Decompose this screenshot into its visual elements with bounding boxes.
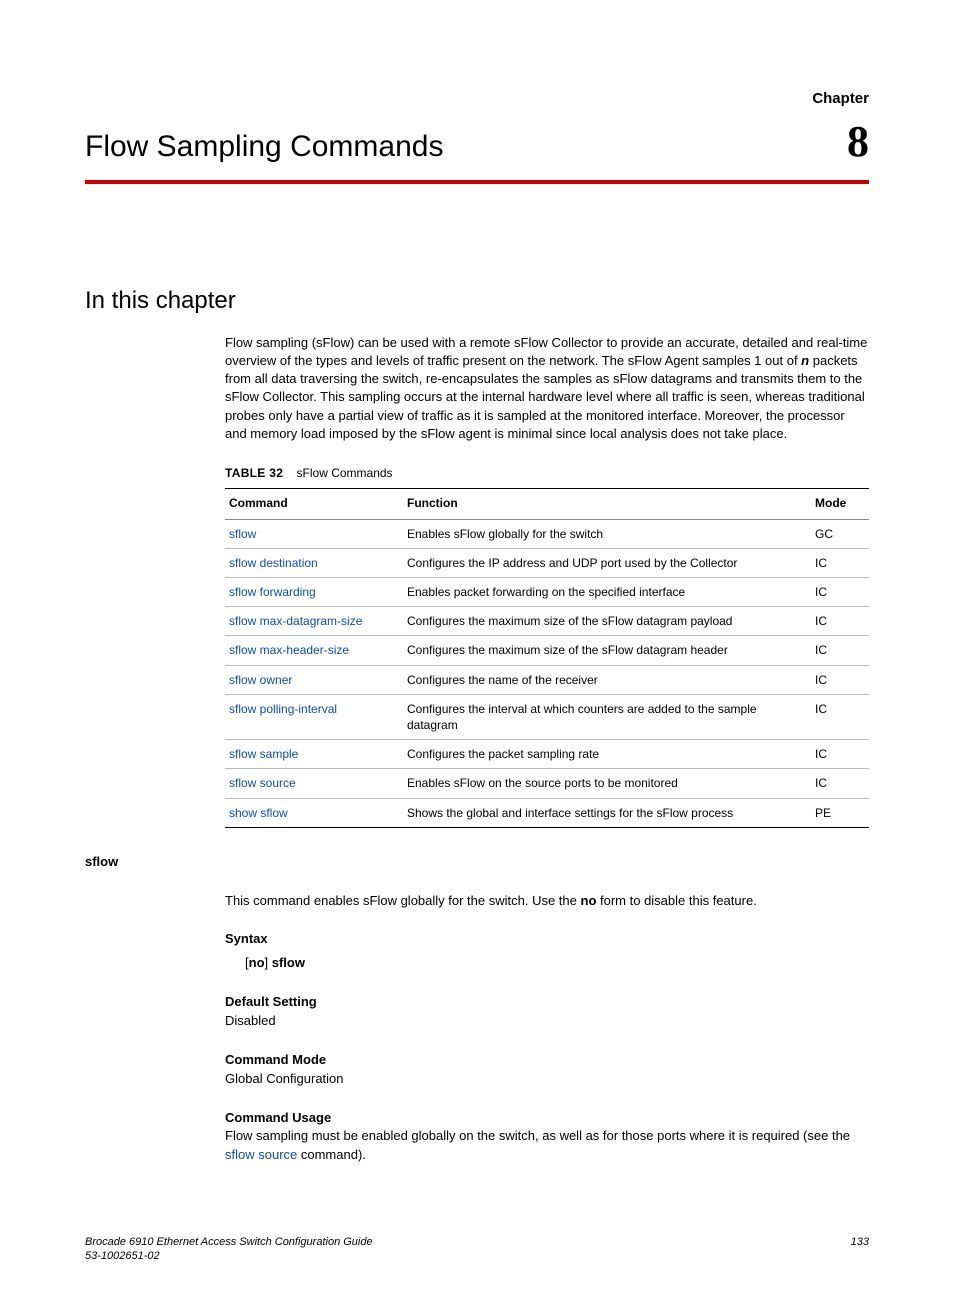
cmd-mode: GC xyxy=(811,519,869,548)
table-prefix: TABLE 32 xyxy=(225,466,283,480)
table-row: sflow max-header-sizeConfigures the maxi… xyxy=(225,636,869,665)
cmd-mode: IC xyxy=(811,607,869,636)
cmd-link[interactable]: sflow forwarding xyxy=(225,578,403,607)
cmd-function: Enables sFlow on the source ports to be … xyxy=(403,769,811,798)
default-setting-value: Disabled xyxy=(225,1012,869,1031)
command-usage-text: Flow sampling must be enabled globally o… xyxy=(225,1127,869,1165)
cmd-mode: IC xyxy=(811,769,869,798)
table-caption: TABLE 32 sFlow Commands xyxy=(225,465,869,482)
footer-line2: 53-1002651-02 xyxy=(85,1250,160,1262)
cmd-function: Configures the IP address and UDP port u… xyxy=(403,548,811,577)
cmd-link[interactable]: sflow xyxy=(225,519,403,548)
cmd-mode: IC xyxy=(811,636,869,665)
syntax-label: Syntax xyxy=(225,930,869,949)
col-header-mode: Mode xyxy=(811,489,869,519)
col-header-command: Command xyxy=(225,489,403,519)
command-mode-value: Global Configuration xyxy=(225,1070,869,1089)
cmd-link[interactable]: sflow source xyxy=(225,769,403,798)
cmd-link[interactable]: show sflow xyxy=(225,798,403,827)
cmd-desc-bold: no xyxy=(581,893,597,908)
commands-table: Command Function Mode sflowEnables sFlow… xyxy=(225,488,869,827)
syntax-cmd: sflow xyxy=(272,955,305,970)
cmd-mode: IC xyxy=(811,694,869,739)
cmd-function: Shows the global and interface settings … xyxy=(403,798,811,827)
table-caption-text: sFlow Commands xyxy=(297,466,393,480)
table-row: sflow polling-intervalConfigures the int… xyxy=(225,694,869,739)
footer-left: Brocade 6910 Ethernet Access Switch Conf… xyxy=(85,1235,373,1264)
syntax-line: [no] sflow xyxy=(245,954,869,973)
chapter-number: 8 xyxy=(847,110,869,174)
table-row: sflow ownerConfigures the name of the re… xyxy=(225,665,869,694)
cmd-function: Configures the maximum size of the sFlow… xyxy=(403,636,811,665)
table-row: sflow sampleConfigures the packet sampli… xyxy=(225,740,869,769)
cmd-mode: IC xyxy=(811,665,869,694)
cmd-mode: IC xyxy=(811,548,869,577)
page-footer: Brocade 6910 Ethernet Access Switch Conf… xyxy=(85,1235,869,1264)
intro-text-pre: Flow sampling (sFlow) can be used with a… xyxy=(225,335,867,368)
table-row: sflow sourceEnables sFlow on the source … xyxy=(225,769,869,798)
table-row: sflow max-datagram-sizeConfigures the ma… xyxy=(225,607,869,636)
table-row: show sflowShows the global and interface… xyxy=(225,798,869,827)
default-setting-label: Default Setting xyxy=(225,993,869,1012)
syntax-rbracket: ] xyxy=(265,955,272,970)
table-row: sflow destinationConfigures the IP addre… xyxy=(225,548,869,577)
cmd-mode: PE xyxy=(811,798,869,827)
cmd-function: Enables packet forwarding on the specifi… xyxy=(403,578,811,607)
cmd-function: Configures the name of the receiver xyxy=(403,665,811,694)
cmd-link[interactable]: sflow owner xyxy=(225,665,403,694)
usage-post: command). xyxy=(297,1147,366,1162)
footer-line1: Brocade 6910 Ethernet Access Switch Conf… xyxy=(85,1236,373,1248)
cmd-desc-post: form to disable this feature. xyxy=(596,893,756,908)
intro-paragraph: Flow sampling (sFlow) can be used with a… xyxy=(225,334,869,443)
table-row: sflow forwardingEnables packet forwardin… xyxy=(225,578,869,607)
cmd-link[interactable]: sflow sample xyxy=(225,740,403,769)
chapter-header: Chapter 8 Flow Sampling Commands xyxy=(85,80,869,180)
intro-text-n: n xyxy=(801,353,809,368)
cmd-function: Configures the interval at which counter… xyxy=(403,694,811,739)
usage-link[interactable]: sflow source xyxy=(225,1147,297,1162)
col-header-function: Function xyxy=(403,489,811,519)
command-mode-label: Command Mode xyxy=(225,1051,869,1070)
footer-page: 133 xyxy=(851,1235,869,1264)
cmd-link[interactable]: sflow max-header-size xyxy=(225,636,403,665)
section-title: In this chapter xyxy=(85,284,869,319)
cmd-desc-pre: This command enables sFlow globally for … xyxy=(225,893,581,908)
cmd-function: Configures the maximum size of the sFlow… xyxy=(403,607,811,636)
syntax-no: no xyxy=(249,955,265,970)
command-description: This command enables sFlow globally for … xyxy=(225,892,869,911)
cmd-function: Configures the packet sampling rate xyxy=(403,740,811,769)
cmd-mode: IC xyxy=(811,578,869,607)
cmd-function: Enables sFlow globally for the switch xyxy=(403,519,811,548)
chapter-title: Flow Sampling Commands xyxy=(85,125,443,169)
cmd-link[interactable]: sflow polling-interval xyxy=(225,694,403,739)
title-rule xyxy=(85,180,869,184)
command-name-heading: sflow xyxy=(85,853,869,872)
command-usage-label: Command Usage xyxy=(225,1109,869,1128)
cmd-link[interactable]: sflow destination xyxy=(225,548,403,577)
cmd-link[interactable]: sflow max-datagram-size xyxy=(225,607,403,636)
chapter-label: Chapter xyxy=(812,88,869,110)
usage-pre: Flow sampling must be enabled globally o… xyxy=(225,1128,850,1143)
cmd-mode: IC xyxy=(811,740,869,769)
table-row: sflowEnables sFlow globally for the swit… xyxy=(225,519,869,548)
table-header-row: Command Function Mode xyxy=(225,489,869,519)
